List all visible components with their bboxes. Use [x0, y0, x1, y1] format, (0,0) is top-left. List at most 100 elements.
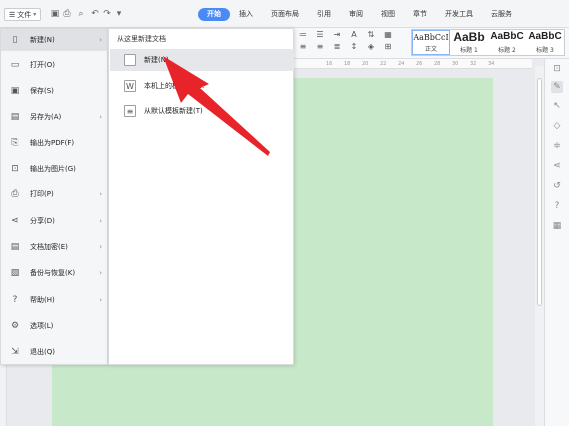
ribbon-tabs: 开始 插入 页面布局 引用 审阅 视图 章节 开发工具 云服务: [198, 8, 521, 21]
shading-icon[interactable]: ◈: [364, 42, 378, 52]
new-submenu: 从这里新建文档 新建(N) W 本机上的模板(M)... ≡ 从默认模板新建(T…: [108, 28, 294, 365]
adjust-icon[interactable]: ≑: [551, 140, 563, 152]
chevron-right-icon: ›: [99, 190, 102, 198]
menu-item-exit[interactable]: ⇲ 退出(Q): [1, 341, 108, 363]
tab-chapter[interactable]: 章节: [404, 8, 436, 21]
blank-doc-icon: [124, 54, 136, 66]
save-icon: ▣: [10, 86, 20, 96]
print-icon: ⎙: [11, 189, 19, 199]
tab-cloud[interactable]: 云服务: [482, 8, 521, 21]
ruler-mark: 26: [416, 61, 423, 67]
menu-item-help[interactable]: ? 帮助(H) ›: [1, 289, 108, 311]
table-border-icon[interactable]: ⊞: [381, 42, 395, 52]
menu-item-encrypt[interactable]: ▤ 文档加密(E) ›: [1, 236, 108, 258]
menu-item-new[interactable]: ▯ 新建(N) ›: [1, 29, 108, 51]
menu-item-share[interactable]: ⋖ 分享(D) ›: [1, 210, 108, 232]
tab-developer[interactable]: 开发工具: [436, 8, 482, 21]
chevron-right-icon: ›: [99, 113, 102, 121]
submenu-title: 从这里新建文档: [117, 35, 166, 43]
tab-home[interactable]: 开始: [198, 8, 230, 21]
font-size-icon[interactable]: A: [347, 30, 361, 40]
template-icon: W: [124, 80, 136, 92]
ruler-mark: 28: [434, 61, 441, 67]
menu-item-options[interactable]: ⚙ 选项(L): [1, 315, 108, 337]
vertical-scrollbar[interactable]: [535, 66, 544, 426]
menu-item-backup[interactable]: ▧ 备份与恢复(K) ›: [1, 262, 108, 284]
menu-item-print[interactable]: ⎙ 打印(P) ›: [1, 183, 108, 205]
style-heading-3[interactable]: AaBbC 标题 3: [526, 30, 564, 55]
menu-item-export-pdf[interactable]: ⎘ 输出为PDF(F): [1, 132, 108, 154]
menu-item-export-image[interactable]: ⊡ 输出为图片(G): [1, 158, 108, 180]
indent-icon[interactable]: ⇥: [330, 30, 344, 40]
submenu-item-new-blank[interactable]: 新建(N): [110, 49, 294, 71]
help-icon[interactable]: ?: [551, 200, 563, 212]
more-icon[interactable]: ▾: [114, 9, 124, 19]
home-ribbon: ≔ ☰ ⇥ A ⇅ ▦ ≡ ≡ ≣ ↕ ◈ ⊞ AaBbCcI 正文 AaBb …: [292, 28, 569, 59]
chevron-right-icon: ›: [99, 269, 102, 277]
sort-icon[interactable]: ⇅: [364, 30, 378, 40]
chevron-right-icon: ›: [99, 243, 102, 251]
style-normal[interactable]: AaBbCcI 正文: [412, 30, 450, 55]
line-spacing-icon[interactable]: ↕: [347, 42, 361, 52]
numbered-list-icon[interactable]: ☰: [313, 30, 327, 40]
share-icon[interactable]: ⋖: [551, 160, 563, 172]
pdf-icon: ⎘: [11, 138, 19, 148]
redo-icon[interactable]: ↷: [102, 9, 112, 19]
border-icon[interactable]: ▦: [381, 30, 395, 40]
shape-icon[interactable]: ◇: [551, 120, 563, 132]
horizontal-ruler: 16 18 20 22 24 26 28 30 32 34: [292, 59, 532, 69]
scrollbar-thumb[interactable]: [537, 78, 542, 306]
title-toolbar: ☰ 文件 ▾ ▣ ⎙ ⌕ ↶ ↷ ▾ 开始 插入 页面布局 引用 审阅 视图 章…: [0, 0, 569, 28]
align-left-icon[interactable]: ≡: [296, 42, 310, 52]
ruler-mark: 18: [344, 61, 351, 67]
hamburger-icon: ☰: [9, 10, 16, 19]
ruler-mark: 32: [470, 61, 477, 67]
undo-icon[interactable]: ↶: [90, 9, 100, 19]
select-icon[interactable]: ↖: [551, 100, 563, 112]
settings-icon: ⚙: [10, 321, 20, 331]
save-as-icon: ▤: [10, 112, 20, 122]
save-icon[interactable]: ▣: [50, 9, 60, 19]
tab-view[interactable]: 视图: [372, 8, 404, 21]
justify-icon[interactable]: ≣: [330, 42, 344, 52]
submenu-item-local-template[interactable]: W 本机上的模板(M)...: [110, 75, 294, 97]
file-menu-label: 文件: [17, 10, 32, 19]
file-menu-button[interactable]: ☰ 文件 ▾: [4, 8, 42, 21]
print-preview-icon[interactable]: ⌕: [76, 9, 86, 19]
new-doc-icon: ▯: [12, 35, 18, 45]
menu-item-save-as[interactable]: ▤ 另存为(A) ›: [1, 106, 108, 128]
print-icon[interactable]: ⎙: [62, 9, 72, 19]
tab-page-layout[interactable]: 页面布局: [262, 8, 308, 21]
style-heading-1[interactable]: AaBb 标题 1: [450, 30, 488, 55]
ruler-mark: 16: [326, 61, 333, 67]
chevron-right-icon: ›: [99, 217, 102, 225]
help-icon: ?: [12, 295, 18, 305]
apps-icon[interactable]: ▦: [551, 220, 563, 232]
ruler-mark: 20: [362, 61, 369, 67]
edit-icon[interactable]: ✎: [551, 81, 563, 93]
bullet-list-icon[interactable]: ≔: [296, 30, 310, 40]
ruler-mark: 24: [398, 61, 405, 67]
submenu-item-default-template[interactable]: ≡ 从默认模板新建(T): [110, 100, 294, 122]
tab-review[interactable]: 审阅: [340, 8, 372, 21]
encrypt-icon: ▤: [10, 242, 20, 252]
tab-insert[interactable]: 插入: [230, 8, 262, 21]
align-center-icon[interactable]: ≡: [313, 42, 327, 52]
ruler-mark: 22: [380, 61, 387, 67]
tab-references[interactable]: 引用: [308, 8, 340, 21]
chevron-down-icon: ▾: [33, 11, 37, 18]
file-menu: ▯ 新建(N) › ▭ 打开(O) ▣ 保存(S) ▤ 另存为(A) › ⎘ 输…: [0, 28, 108, 365]
share-icon: ⋖: [11, 216, 19, 226]
exit-icon: ⇲: [11, 347, 19, 357]
panel-collapse-icon[interactable]: ⊡: [551, 63, 563, 75]
ruler-mark: 34: [488, 61, 495, 67]
chevron-right-icon: ›: [99, 296, 102, 304]
history-icon[interactable]: ↺: [551, 180, 563, 192]
style-heading-2[interactable]: AaBbC 标题 2: [488, 30, 526, 55]
default-template-icon: ≡: [124, 105, 136, 117]
menu-item-open[interactable]: ▭ 打开(O): [1, 54, 108, 76]
chevron-right-icon: ›: [99, 36, 102, 44]
ruler-mark: 30: [452, 61, 459, 67]
menu-item-save[interactable]: ▣ 保存(S): [1, 80, 108, 102]
styles-gallery: AaBbCcI 正文 AaBb 标题 1 AaBbC 标题 2 AaBbC 标题…: [411, 29, 565, 56]
